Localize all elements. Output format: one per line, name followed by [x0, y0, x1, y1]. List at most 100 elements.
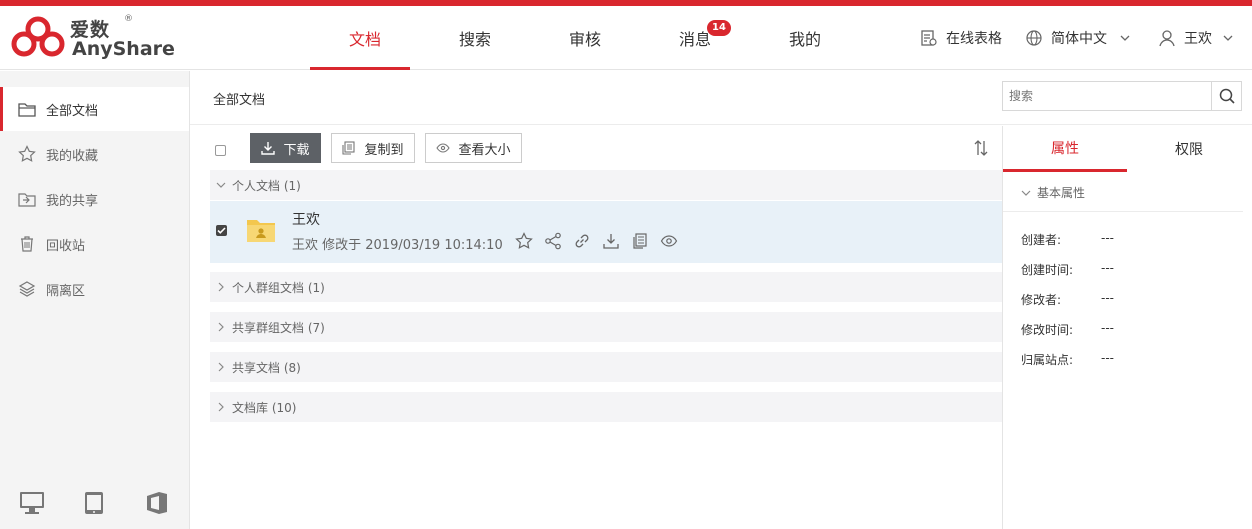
- eye-icon: [436, 143, 451, 153]
- tab-properties[interactable]: 属性: [1003, 126, 1127, 172]
- tab-messages[interactable]: 消息 14: [640, 6, 750, 70]
- group-shared-docs[interactable]: 共享文档 (8): [210, 352, 1002, 382]
- section-label: 基本属性: [1037, 186, 1086, 200]
- prop-key: 修改者:: [1021, 293, 1062, 307]
- prop-modifier: 修改者: ---: [1021, 291, 1114, 308]
- sort-icon[interactable]: [973, 139, 989, 157]
- message-count-badge: 14: [707, 20, 731, 36]
- tab-mine[interactable]: 我的: [750, 6, 860, 70]
- prop-modified-time: 修改时间: ---: [1021, 321, 1114, 338]
- chevron-down-icon: [1021, 190, 1031, 196]
- link-icon: [575, 234, 589, 248]
- tab-mine-label: 我的: [788, 30, 821, 49]
- group-shared-group-docs[interactable]: 共享群组文档 (7): [210, 312, 1002, 342]
- group-label: 文档库 (10): [232, 400, 297, 415]
- copy-action[interactable]: [631, 232, 660, 250]
- folder-icon: [18, 103, 36, 117]
- desktop-icon[interactable]: [19, 491, 45, 515]
- search-box: [1002, 81, 1242, 111]
- anyshare-logo[interactable]: 爱数 ® AnyShare: [10, 14, 175, 64]
- online-sheet-link[interactable]: 在线表格: [920, 6, 1002, 70]
- chevron-down-icon: [1120, 35, 1130, 41]
- link-action[interactable]: [573, 232, 602, 250]
- main-content: 全部文档 下载 复制到 查看大小 个人文档 (1) 王欢 王欢 修改于 2019…: [190, 71, 1252, 529]
- prop-site: 归属站点: ---: [1021, 351, 1114, 368]
- tab-permissions-label: 权限: [1175, 142, 1203, 158]
- view-size-button[interactable]: 查看大小: [425, 133, 522, 163]
- chevron-down-icon: [216, 182, 226, 188]
- view-size-label: 查看大小: [458, 142, 511, 158]
- download-button[interactable]: 下载: [250, 133, 321, 163]
- select-all-checkbox[interactable]: [215, 145, 226, 156]
- file-row[interactable]: 王欢 王欢 修改于 2019/03/19 10:14:10: [210, 201, 1002, 263]
- sidebar-item-label: 我的共享: [46, 193, 99, 209]
- group-personal-group-docs[interactable]: 个人群组文档 (1): [210, 272, 1002, 302]
- tab-properties-label: 属性: [1051, 140, 1079, 157]
- globe-icon: [1026, 30, 1042, 46]
- online-sheet-label: 在线表格: [946, 31, 1002, 47]
- group-label: 个人文档 (1): [232, 178, 301, 193]
- group-personal-docs[interactable]: 个人文档 (1): [210, 170, 1002, 200]
- user-name: 王欢: [1184, 31, 1212, 47]
- chevron-right-icon: [218, 282, 224, 292]
- tablet-icon[interactable]: [84, 491, 104, 515]
- sidebar-item-my-shares[interactable]: 我的共享: [0, 177, 189, 221]
- prop-value: ---: [1101, 291, 1114, 305]
- check-icon: [217, 227, 226, 234]
- user-icon: [1159, 30, 1175, 47]
- prop-key: 创建者:: [1021, 233, 1062, 247]
- prop-created-time: 创建时间: ---: [1021, 261, 1114, 278]
- share-folder-icon: [18, 193, 36, 207]
- user-folder-icon: [247, 220, 275, 242]
- prop-creator: 创建者: ---: [1021, 231, 1114, 248]
- star-icon: [18, 145, 36, 162]
- properties-panel: 属性 权限 基本属性 创建者: --- 创建时间: --- 修改者: --- 修改时间…: [1002, 126, 1252, 529]
- office-icon[interactable]: [146, 491, 168, 515]
- language-selector[interactable]: 简体中文: [1025, 6, 1131, 70]
- download-action[interactable]: [602, 232, 631, 250]
- tab-review[interactable]: 审核: [530, 6, 640, 70]
- sidebar-item-all-docs[interactable]: 全部文档: [0, 87, 189, 131]
- sidebar-item-label: 隔离区: [46, 283, 86, 299]
- user-menu[interactable]: 王欢: [1158, 6, 1234, 70]
- sidebar-item-favorites[interactable]: 我的收藏: [0, 132, 189, 176]
- favorite-action[interactable]: [515, 232, 544, 250]
- share-action[interactable]: [544, 232, 573, 250]
- sidebar-item-recycle-bin[interactable]: 回收站: [0, 222, 189, 266]
- copy-to-button[interactable]: 复制到: [331, 133, 415, 163]
- share-icon: [545, 232, 561, 250]
- group-label: 个人群组文档 (1): [232, 280, 325, 295]
- main-nav: 文档 搜索 审核 消息 14 我的: [310, 6, 860, 70]
- copy-icon: [342, 141, 356, 155]
- tab-search[interactable]: 搜索: [420, 6, 530, 70]
- basic-properties-header[interactable]: 基本属性: [1021, 184, 1085, 201]
- chevron-right-icon: [218, 362, 224, 372]
- sidebar-item-quarantine[interactable]: 隔离区: [0, 267, 189, 311]
- chevron-down-icon: [1223, 35, 1233, 41]
- sidebar-item-label: 回收站: [46, 238, 86, 254]
- sidebar: 全部文档 我的收藏 我的共享 回收站 隔离区: [0, 71, 190, 529]
- group-label: 共享文档 (8): [232, 360, 301, 375]
- logo-text-en: AnyShare: [72, 38, 175, 60]
- search-input[interactable]: [1003, 82, 1211, 110]
- tab-documents[interactable]: 文档: [310, 6, 420, 70]
- group-doc-library[interactable]: 文档库 (10): [210, 392, 1002, 422]
- eye-icon: [660, 235, 678, 247]
- prop-value: ---: [1101, 231, 1114, 245]
- search-button[interactable]: [1211, 81, 1242, 111]
- chevron-right-icon: [218, 322, 224, 332]
- file-checkbox[interactable]: [216, 225, 227, 236]
- download-icon: [603, 234, 619, 249]
- logo-rings-icon: [11, 16, 65, 57]
- sheet-icon: [921, 30, 937, 46]
- preview-action[interactable]: [660, 232, 689, 250]
- download-label: 下载: [283, 142, 310, 158]
- tab-review-label: 审核: [568, 30, 601, 49]
- star-icon: [515, 232, 533, 249]
- file-name[interactable]: 王欢: [292, 209, 320, 229]
- tab-permissions[interactable]: 权限: [1127, 126, 1251, 172]
- breadcrumb[interactable]: 全部文档: [213, 89, 265, 108]
- search-icon: [1219, 88, 1235, 104]
- prop-key: 归属站点:: [1021, 353, 1074, 367]
- group-label: 共享群组文档 (7): [232, 320, 325, 335]
